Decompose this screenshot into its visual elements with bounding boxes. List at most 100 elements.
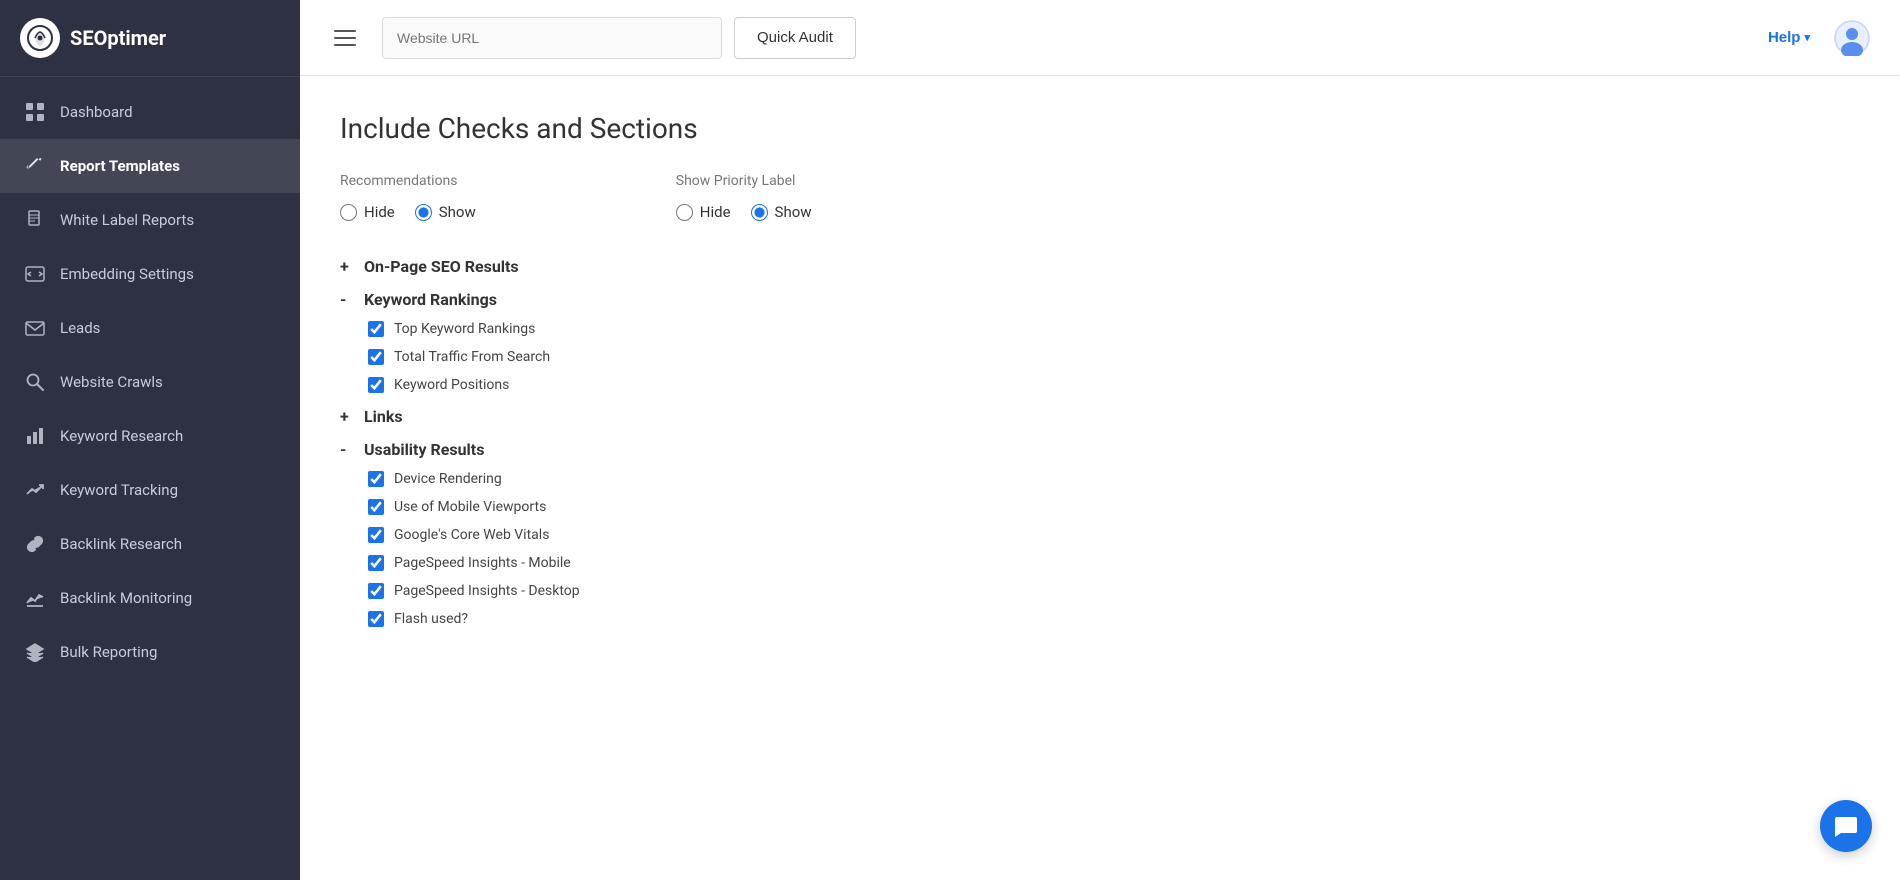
sidebar-item-label: Report Templates bbox=[60, 157, 180, 175]
pagespeed-desktop-checkbox[interactable] bbox=[368, 583, 384, 599]
on-page-seo-toggle[interactable]: + On-Page SEO Results bbox=[340, 249, 1860, 282]
usability-results-toggle[interactable]: - Usability Results bbox=[340, 432, 1860, 465]
hide-label: Hide bbox=[364, 203, 395, 221]
sidebar-item-leads[interactable]: Leads bbox=[0, 301, 300, 355]
options-row: Recommendations Hide Show Show Priority … bbox=[340, 173, 1860, 221]
trending-icon bbox=[24, 479, 46, 501]
priority-label-group: Show Priority Label Hide Show bbox=[676, 173, 812, 221]
flash-used-checkbox[interactable] bbox=[368, 611, 384, 627]
sidebar-item-label: White Label Reports bbox=[60, 211, 194, 229]
bar-chart-icon bbox=[24, 425, 46, 447]
sidebar-item-website-crawls[interactable]: Website Crawls bbox=[0, 355, 300, 409]
check-pagespeed-desktop[interactable]: PageSpeed Insights - Desktop bbox=[340, 577, 1860, 605]
usability-results-label: Usability Results bbox=[364, 440, 484, 459]
search-icon bbox=[24, 371, 46, 393]
hide-label-2: Hide bbox=[700, 203, 731, 221]
user-avatar-icon bbox=[1834, 20, 1870, 56]
priority-hide-radio[interactable] bbox=[676, 204, 693, 221]
toggle-symbol-on-page-seo: + bbox=[340, 257, 356, 276]
keyword-positions-checkbox[interactable] bbox=[368, 377, 384, 393]
sidebar-item-label: Leads bbox=[60, 319, 100, 337]
sidebar-item-report-templates[interactable]: Report Templates bbox=[0, 139, 300, 193]
sidebar-item-label: Dashboard bbox=[60, 103, 133, 121]
sidebar-nav: Dashboard Report Templates White Label R… bbox=[0, 77, 300, 880]
file-icon bbox=[24, 209, 46, 231]
page-title: Include Checks and Sections bbox=[340, 112, 1860, 145]
check-keyword-positions[interactable]: Keyword Positions bbox=[340, 371, 1860, 399]
on-page-seo-label: On-Page SEO Results bbox=[364, 257, 519, 276]
logo-text: SEOptimer bbox=[70, 26, 166, 50]
recommendations-show-option[interactable]: Show bbox=[415, 203, 476, 221]
url-input[interactable] bbox=[382, 17, 722, 59]
top-keyword-rankings-checkbox[interactable] bbox=[368, 321, 384, 337]
check-core-web-vitals[interactable]: Google's Core Web Vitals bbox=[340, 521, 1860, 549]
chat-icon bbox=[1833, 813, 1859, 839]
chevron-down-icon: ▾ bbox=[1804, 31, 1810, 44]
priority-show-radio[interactable] bbox=[751, 204, 768, 221]
check-device-rendering[interactable]: Device Rendering bbox=[340, 465, 1860, 493]
link-icon bbox=[24, 533, 46, 555]
show-label: Show bbox=[439, 203, 476, 221]
device-rendering-label: Device Rendering bbox=[394, 471, 502, 487]
hamburger-button[interactable] bbox=[328, 24, 362, 52]
check-flash-used[interactable]: Flash used? bbox=[340, 605, 1860, 633]
pagespeed-mobile-label: PageSpeed Insights - Mobile bbox=[394, 555, 571, 571]
sidebar-item-label: Embedding Settings bbox=[60, 265, 194, 283]
sidebar-item-keyword-tracking[interactable]: Keyword Tracking bbox=[0, 463, 300, 517]
pagespeed-desktop-label: PageSpeed Insights - Desktop bbox=[394, 583, 580, 599]
sidebar-item-keyword-research[interactable]: Keyword Research bbox=[0, 409, 300, 463]
toggle-symbol-links: + bbox=[340, 407, 356, 426]
toggle-symbol-usability: - bbox=[340, 440, 356, 459]
check-total-traffic[interactable]: Total Traffic From Search bbox=[340, 343, 1860, 371]
sidebar-item-bulk-reporting[interactable]: Bulk Reporting bbox=[0, 625, 300, 679]
show-label-2: Show bbox=[775, 203, 812, 221]
core-web-vitals-label: Google's Core Web Vitals bbox=[394, 527, 549, 543]
mobile-viewports-label: Use of Mobile Viewports bbox=[394, 499, 546, 515]
layers-icon bbox=[24, 641, 46, 663]
user-avatar-button[interactable] bbox=[1832, 18, 1872, 58]
priority-hide-option[interactable]: Hide bbox=[676, 203, 731, 221]
sidebar-item-white-label-reports[interactable]: White Label Reports bbox=[0, 193, 300, 247]
sidebar-item-backlink-research[interactable]: Backlink Research bbox=[0, 517, 300, 571]
core-web-vitals-checkbox[interactable] bbox=[368, 527, 384, 543]
header: Quick Audit Help ▾ bbox=[300, 0, 1900, 76]
recommendations-label: Recommendations bbox=[340, 173, 476, 189]
recommendations-show-radio[interactable] bbox=[415, 204, 432, 221]
sidebar-item-dashboard[interactable]: Dashboard bbox=[0, 85, 300, 139]
main-content: Include Checks and Sections Recommendati… bbox=[300, 76, 1900, 880]
grid-icon bbox=[24, 101, 46, 123]
keyword-rankings-label: Keyword Rankings bbox=[364, 290, 497, 309]
recommendations-radio-group: Hide Show bbox=[340, 203, 476, 221]
check-top-keyword-rankings[interactable]: Top Keyword Rankings bbox=[340, 315, 1860, 343]
device-rendering-checkbox[interactable] bbox=[368, 471, 384, 487]
sidebar-logo: SEOptimer bbox=[0, 0, 300, 77]
show-priority-label: Show Priority Label bbox=[676, 173, 812, 189]
top-keyword-rankings-label: Top Keyword Rankings bbox=[394, 321, 535, 337]
check-pagespeed-mobile[interactable]: PageSpeed Insights - Mobile bbox=[340, 549, 1860, 577]
sidebar-item-label: Bulk Reporting bbox=[60, 643, 157, 661]
chat-fab-button[interactable] bbox=[1820, 800, 1872, 852]
pagespeed-mobile-checkbox[interactable] bbox=[368, 555, 384, 571]
logo-icon bbox=[20, 18, 60, 58]
help-button[interactable]: Help ▾ bbox=[1768, 29, 1810, 46]
total-traffic-checkbox[interactable] bbox=[368, 349, 384, 365]
flash-used-label: Flash used? bbox=[394, 611, 468, 627]
sidebar-item-label: Backlink Research bbox=[60, 535, 182, 553]
check-mobile-viewports[interactable]: Use of Mobile Viewports bbox=[340, 493, 1860, 521]
keyword-rankings-toggle[interactable]: - Keyword Rankings bbox=[340, 282, 1860, 315]
sidebar-item-backlink-monitoring[interactable]: Backlink Monitoring bbox=[0, 571, 300, 625]
links-toggle[interactable]: + Links bbox=[340, 399, 1860, 432]
recommendations-hide-radio[interactable] bbox=[340, 204, 357, 221]
quick-audit-button[interactable]: Quick Audit bbox=[734, 17, 856, 59]
sidebar-item-embedding-settings[interactable]: Embedding Settings bbox=[0, 247, 300, 301]
sidebar-item-label: Backlink Monitoring bbox=[60, 589, 192, 607]
priority-show-option[interactable]: Show bbox=[751, 203, 812, 221]
mail-icon bbox=[24, 317, 46, 339]
toggle-symbol-keyword-rankings: - bbox=[340, 290, 356, 309]
main-area: Quick Audit Help ▾ Include Checks and Se… bbox=[300, 0, 1900, 880]
mobile-viewports-checkbox[interactable] bbox=[368, 499, 384, 515]
recommendations-hide-option[interactable]: Hide bbox=[340, 203, 395, 221]
embed-icon bbox=[24, 263, 46, 285]
recommendations-group: Recommendations Hide Show bbox=[340, 173, 476, 221]
sidebar: SEOptimer Dashboard Report Templates bbox=[0, 0, 300, 880]
